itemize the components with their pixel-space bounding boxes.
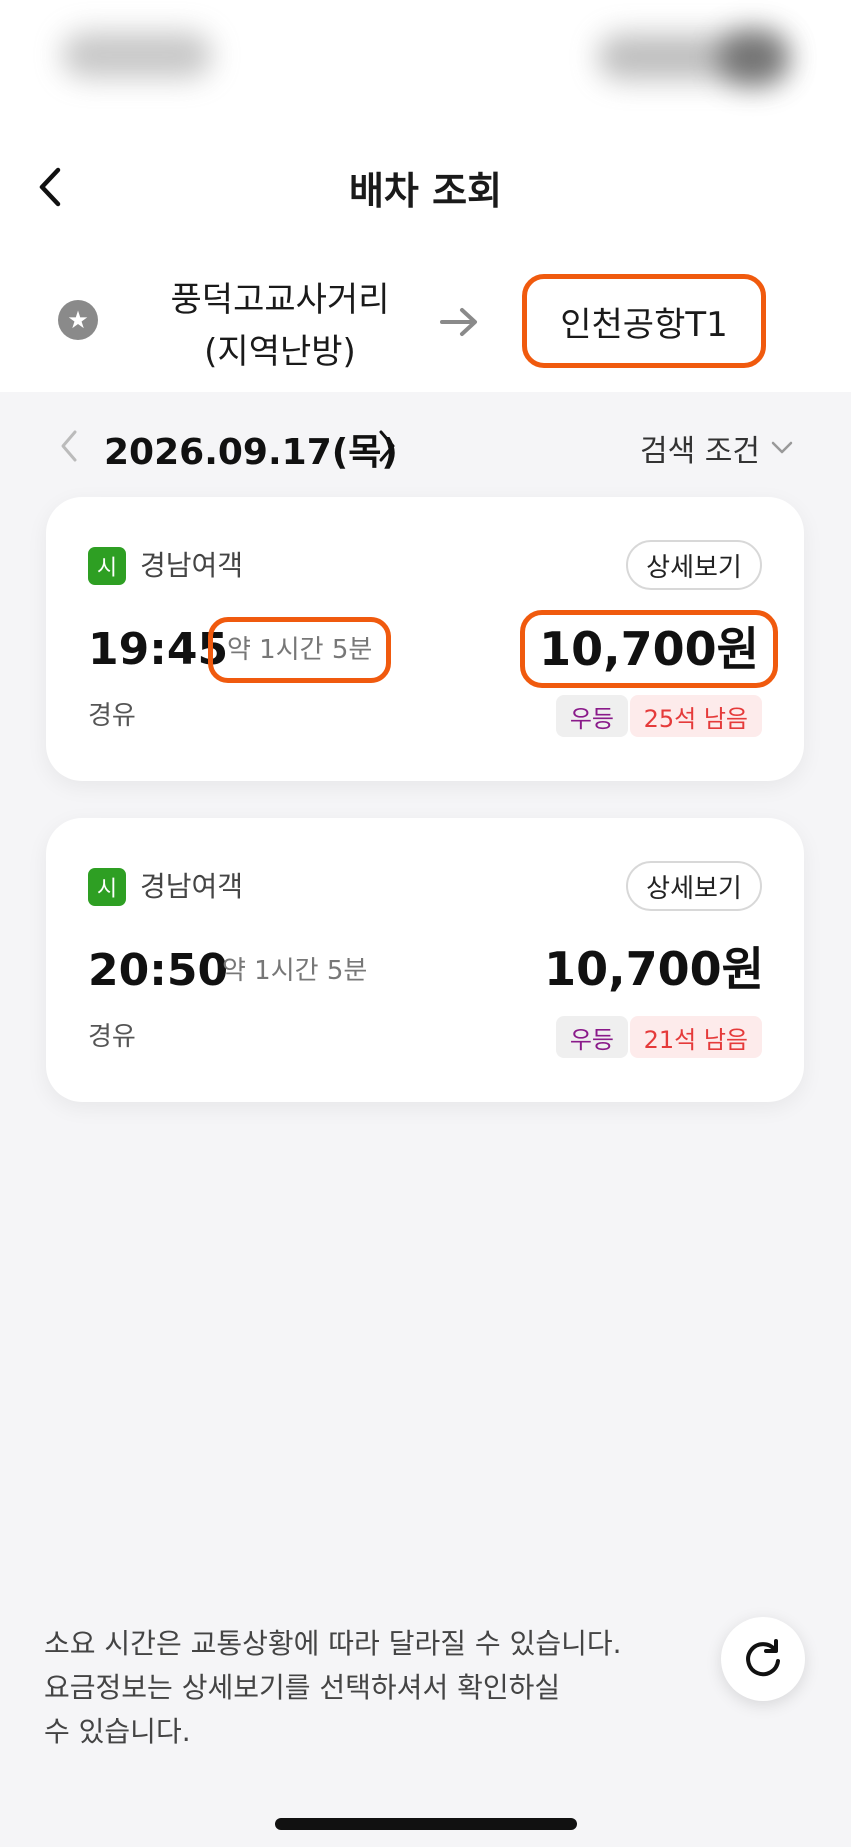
arrow-right-icon [440, 308, 477, 336]
destination-stop[interactable]: 인천공항T1 [522, 274, 766, 368]
bus-type-badge: 시 [88, 868, 126, 906]
remaining-seats-badge: 21석 남음 [629, 1016, 762, 1058]
bus-company: 경남여객 [140, 549, 244, 582]
refresh-button[interactable] [721, 1617, 805, 1701]
travel-duration: 약 1시간 5분 [222, 956, 368, 986]
search-filter-label: 검색 조건 [640, 434, 760, 469]
notice-line: 요금정보는 상세보기를 선택하셔서 확인하실 [44, 1671, 561, 1704]
via-label: 경유 [88, 701, 136, 731]
seat-class-badge: 우등 [555, 1016, 628, 1058]
status-bar-time [62, 32, 212, 78]
bus-type-badge: 시 [88, 547, 126, 585]
departure-time: 20:50 [88, 945, 229, 996]
search-filter-button[interactable]: 검색 조건 [640, 426, 794, 470]
seat-class-badge: 우등 [555, 695, 628, 737]
notice-text: 소요 시간은 교통상황에 따라 달라질 수 있습니다. 요금정보는 상세보기를 … [44, 1622, 684, 1754]
home-indicator [275, 1818, 577, 1830]
notice-line: 수 있습니다. [44, 1715, 191, 1748]
bus-result-card[interactable]: 시 경남여객 상세보기 20:50 약 1시간 5분 10,700원 경유 우등… [46, 818, 804, 1102]
selected-date[interactable]: 2026.09.17(목) [104, 423, 398, 475]
notice-line: 소요 시간은 교통상황에 따라 달라질 수 있습니다. [44, 1627, 622, 1660]
origin-subname: (지역난방) [204, 332, 356, 372]
bus-company: 경남여객 [140, 870, 244, 903]
detail-button[interactable]: 상세보기 [626, 861, 762, 911]
via-label: 경유 [88, 1022, 136, 1052]
bus-result-card[interactable]: 시 경남여객 상세보기 19:45 약 1시간 5분 10,700원 경유 우등… [46, 497, 804, 781]
chevron-down-icon [771, 441, 793, 454]
battery-icon [718, 30, 788, 86]
fare-price: 10,700원 [520, 610, 778, 688]
page-title: 배차 조회 [348, 169, 503, 213]
next-date-icon[interactable] [374, 428, 400, 464]
previous-date-icon[interactable] [56, 428, 82, 464]
remaining-seats-badge: 25석 남음 [629, 695, 762, 737]
origin-name: 풍덕고교사거리 [170, 280, 390, 320]
refresh-icon [746, 1639, 780, 1677]
detail-button[interactable]: 상세보기 [626, 540, 762, 590]
star-icon[interactable]: ★ [58, 300, 98, 340]
fare-price: 10,700원 [544, 942, 764, 996]
travel-duration: 약 1시간 5분 [208, 617, 392, 683]
origin-stop[interactable]: 풍덕고교사거리 (지역난방) [130, 274, 430, 378]
